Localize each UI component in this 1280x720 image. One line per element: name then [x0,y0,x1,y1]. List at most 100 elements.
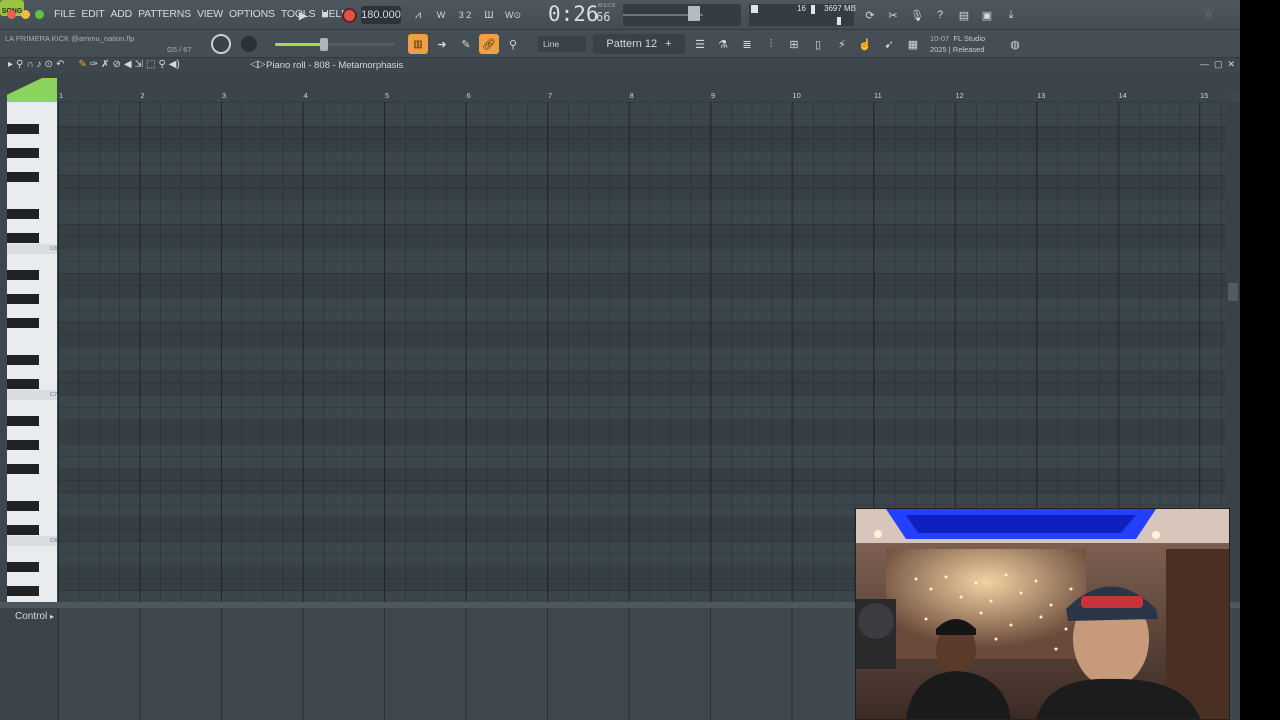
piano-keyboard[interactable]: C8C7C6C5 [7,102,57,602]
select-tool-icon[interactable]: ⬚ [146,59,155,70]
black-key[interactable] [7,318,39,328]
pattern-select[interactable]: Pattern 12 + [593,34,685,54]
snap-select[interactable]: Line [538,36,586,52]
bar-number: 14 [1118,91,1127,100]
stamp-button[interactable]: ⚲ [503,34,523,54]
black-key[interactable] [7,416,39,426]
mute-tool-icon[interactable]: ⊘ [113,59,121,70]
browser-button[interactable]: ⊞ [784,34,804,54]
menu-edit[interactable]: EDIT [81,8,104,20]
black-key[interactable] [7,379,39,389]
scale-arrows-icon[interactable]: ◁▷ [250,59,265,70]
black-key[interactable] [7,464,39,474]
octave-label: C8 [50,246,57,252]
master-volume-knob[interactable] [241,36,257,52]
undo-icon[interactable]: ↶ [56,59,64,70]
bar-number: 6 [466,91,471,100]
close-window-button[interactable] [7,10,16,19]
brush-tool-icon[interactable]: ✑ [90,59,98,70]
black-key[interactable] [7,209,39,219]
playlist-button[interactable]: ☰ [690,34,710,54]
menu-options[interactable]: OPTIONS [229,8,275,20]
webcam-overlay [855,508,1230,720]
pencil-tool-icon[interactable]: ✎ [78,59,86,70]
slip-tool-icon[interactable]: ◀ [124,59,132,70]
piano-roll-button[interactable]: ⚗ [713,34,733,54]
metronome-button[interactable]: ⩘ [408,5,428,25]
time-display[interactable]: 0:26 [548,2,599,26]
minimize-panel-icon[interactable]: — [1200,59,1209,70]
shop-button[interactable]: ▦ [903,34,923,54]
black-key[interactable] [7,172,39,182]
main-volume-handle[interactable] [688,6,700,21]
cut-tool-button[interactable]: ✂ [883,5,903,25]
recording-button[interactable]: 🎙︎ [907,5,927,25]
black-key[interactable] [7,270,39,280]
scrollbar-thumb[interactable] [1228,283,1238,301]
news-button[interactable]: ◍ [1005,34,1025,54]
time-ruler[interactable]: 1 2 3 4 5 6 7 8 9 10 11 12 13 14 15 [58,90,1226,102]
minimize-window-button[interactable] [21,10,30,19]
black-key[interactable] [7,124,39,134]
menu-file[interactable]: FILE [54,8,76,20]
loop-record-button[interactable]: W⊙ [503,5,523,25]
mixer-button[interactable]: ⫶ [761,34,781,54]
add-pattern-icon[interactable]: + [665,38,671,50]
menu-add[interactable]: ADD [111,8,133,20]
piano-roll-view-button[interactable]: ▥ [408,34,428,54]
fl-info[interactable]: 10-07 FL Studio 2025 | Released [930,33,985,55]
black-key[interactable] [7,233,39,243]
tools-button[interactable]: ➹ [879,34,899,54]
master-volume-handle[interactable] [320,38,328,51]
magnet-icon[interactable]: ⚲ [16,59,23,70]
render-button[interactable]: ▤ [954,5,974,25]
master-volume-slider[interactable] [275,43,395,46]
plugin-button[interactable]: ⚡︎ [832,34,852,54]
menu-patterns[interactable]: PATTERNS [138,8,191,20]
slice-tool-icon[interactable]: ⇲ [135,59,143,70]
next-button[interactable]: ➜ [432,34,452,54]
close-panel-icon[interactable]: ✕ [1228,59,1236,70]
playback-tool-icon[interactable]: ◀︎) [169,59,180,70]
draw-tool-button[interactable]: ✎ [456,34,476,54]
delete-tool-icon[interactable]: ✗ [101,59,109,70]
stamp-icon: ⚲ [508,38,518,51]
black-key[interactable] [7,355,39,365]
tempo-display[interactable]: 180.000 [361,6,401,24]
step-edit-button[interactable]: Ш [479,5,499,25]
menu-view[interactable]: VIEW [197,8,223,20]
arrow-right-icon: ➜ [437,38,447,51]
snap-icon[interactable]: ∩ [26,59,33,70]
black-key[interactable] [7,525,39,535]
save-button[interactable]: ▣ [977,5,997,25]
bar-number: 5 [385,91,390,100]
control-label[interactable]: Control ▸ [15,611,54,622]
channel-rack-button[interactable]: ≣ [737,34,757,54]
record-button[interactable] [339,5,359,25]
play-button[interactable]: ▶ [293,5,313,25]
restore-panel-icon[interactable]: ▢ [1214,59,1223,70]
black-key[interactable] [7,294,39,304]
menu-arrow-icon[interactable]: ▸ [8,59,13,70]
black-key[interactable] [7,440,39,450]
record-small-icon[interactable]: ⊙ [45,59,53,70]
touch-keyboard-button[interactable]: ☝ [855,34,875,54]
export-button[interactable]: ⤓ [1001,5,1021,25]
wait-for-input-button[interactable]: W [431,5,451,25]
help-button[interactable]: ? [930,5,950,25]
black-key[interactable] [7,562,39,572]
stop-button[interactable]: ■ [315,5,335,25]
maximize-window-button[interactable] [35,10,44,19]
black-key[interactable] [7,501,39,511]
link-button[interactable]: 🔗︎ [479,34,499,54]
time-marker-strip[interactable] [0,73,1240,90]
countdown-button[interactable]: 3 2 [455,5,475,25]
zoom-tool-icon[interactable]: ⚲ [158,59,165,70]
octave-label: C6 [50,538,57,544]
note-icon[interactable]: ♪ [37,59,42,70]
black-key[interactable] [7,148,39,158]
master-pitch-knob[interactable] [211,34,231,54]
project-button[interactable]: ▯ [808,34,828,54]
black-key[interactable] [7,586,39,596]
undo-history-button[interactable]: ⟳ [860,5,880,25]
